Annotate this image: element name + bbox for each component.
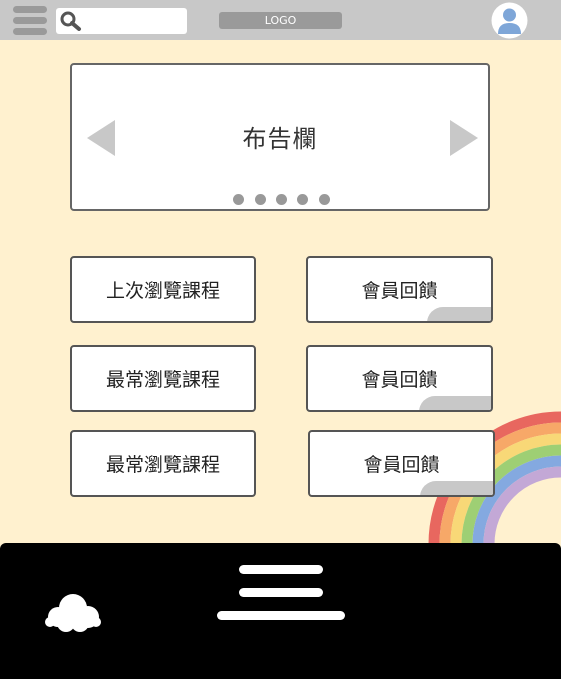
card-label: 上次瀏覽課程 — [105, 280, 220, 302]
frequent-course-card[interactable]: 最常瀏覽課程 — [70, 430, 256, 497]
frequent-course-card[interactable]: 最常瀏覽課程 — [70, 345, 256, 412]
arrow-right-icon[interactable] — [450, 120, 478, 156]
search-icon[interactable] — [60, 11, 82, 31]
cloud-icon[interactable] — [44, 591, 102, 633]
card-tab — [420, 481, 493, 495]
carousel-dot[interactable] — [255, 194, 266, 205]
search-input[interactable] — [56, 8, 187, 34]
member-feedback-card[interactable]: 會員回饋 — [306, 345, 493, 412]
user-avatar-icon[interactable] — [491, 2, 528, 39]
bulletin-board-carousel[interactable]: 布告欄 — [70, 63, 490, 211]
member-feedback-card[interactable]: 會員回饋 — [308, 430, 495, 497]
top-bar: LOGO — [0, 0, 561, 40]
footer — [0, 543, 561, 679]
member-feedback-card[interactable]: 會員回饋 — [306, 256, 493, 323]
card-tab — [419, 396, 491, 410]
card-label: 最常瀏覽課程 — [105, 454, 220, 476]
carousel-dot[interactable] — [276, 194, 287, 205]
carousel-dot[interactable] — [233, 194, 244, 205]
recent-course-card[interactable]: 上次瀏覽課程 — [70, 256, 256, 323]
bulletin-title: 布告欄 — [242, 125, 318, 153]
carousel-dot[interactable] — [319, 194, 330, 205]
logo: LOGO — [219, 12, 342, 29]
carousel-dot[interactable] — [297, 194, 308, 205]
card-label: 最常瀏覽課程 — [105, 369, 220, 391]
card-tab — [427, 307, 491, 321]
hamburger-icon[interactable] — [13, 6, 47, 36]
